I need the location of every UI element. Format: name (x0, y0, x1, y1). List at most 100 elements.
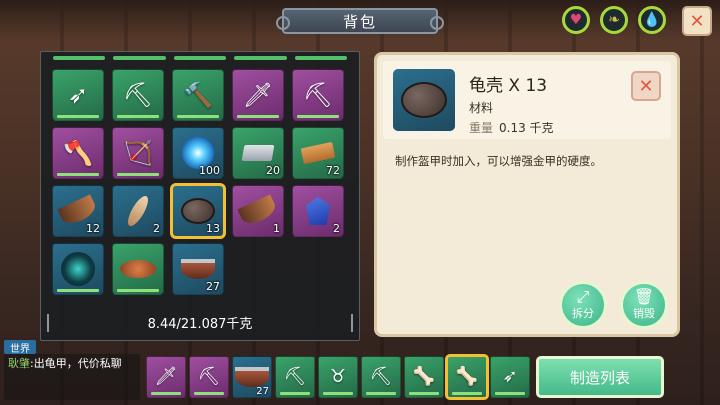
sword-icon: 🗡 (242, 81, 274, 109)
chat-box[interactable]: 耿肇:出龟甲，代价私聊 (4, 354, 140, 400)
bow-icon: 🏹 (123, 139, 153, 167)
heart-icon: ♥ (569, 12, 583, 28)
item-detail-header: 龟壳 X 13 材料 重量 0.13 千克 ✕ (383, 61, 671, 139)
inventory-slot[interactable]: ⛏ (112, 69, 164, 121)
close-inventory-button[interactable]: ✕ (682, 6, 712, 36)
trash-icon: 🗑 (633, 287, 655, 306)
inventory-slot[interactable]: 🗡 (232, 69, 284, 121)
turtle-shell-icon (181, 198, 215, 224)
hotbar-slot[interactable]: 🗡 (146, 356, 186, 398)
durability-bar (194, 392, 224, 395)
item-count: 12 (86, 222, 100, 235)
inventory-slot[interactable]: 2 (112, 185, 164, 237)
hunger-food-icon[interactable]: ❧ (600, 6, 628, 34)
health-heart-icon[interactable]: ♥ (562, 6, 590, 34)
item-count: 13 (206, 222, 220, 235)
item-type: 材料 (469, 101, 494, 115)
inventory-slot[interactable]: 🏹 (112, 127, 164, 179)
hotbar-slot[interactable]: ♉ (318, 356, 358, 398)
dark-orb-icon (61, 252, 95, 286)
carry-weight: 8.44/21.087千克 (147, 317, 253, 332)
destroy-button[interactable]: 🗑 销毁 (620, 281, 668, 329)
item-count: 27 (256, 386, 269, 397)
hotbar-slot[interactable]: ⛏ (275, 356, 315, 398)
hotbar-slot[interactable]: 🦴 (445, 354, 489, 400)
durability-bar (151, 392, 181, 395)
feather-icon (124, 193, 152, 229)
pickaxe-icon: ⛏ (197, 366, 221, 387)
chat-channel-tab[interactable]: 世界 (4, 340, 36, 355)
item-name: 龟壳 X 13 (469, 76, 548, 96)
split-button[interactable]: ⤢ 拆分 (559, 281, 607, 329)
destroy-label: 销毁 (633, 307, 655, 320)
item-count: 100 (199, 164, 220, 177)
item-weight: 重量 0.13 千克 (469, 119, 554, 136)
item-count: 72 (326, 164, 340, 177)
inventory-panel: ➶ ⛏ 🔨 🗡 ⛏ 🪓 🏹 100 20 72 12 2 13 1 2 27 8.44/21.087千克 (40, 51, 360, 341)
inventory-slot[interactable]: 72 (292, 127, 344, 179)
inventory-slot[interactable]: 20 (232, 127, 284, 179)
hotbar-slot[interactable]: 🦴 (404, 356, 444, 398)
durability-bar (297, 115, 339, 118)
durability-bar (57, 289, 99, 292)
food-icon: ❧ (608, 12, 620, 28)
inventory-grid: ➶ ⛏ 🔨 🗡 ⛏ 🪓 🏹 100 20 72 12 2 13 1 2 27 (52, 69, 344, 295)
crystal-spear-icon: ➶ (502, 366, 518, 387)
crystal-spear-icon: ➶ (67, 81, 89, 109)
wood-plank-icon (300, 141, 336, 165)
inventory-slot[interactable] (112, 243, 164, 295)
horn-item-icon: ♉ (329, 366, 347, 387)
inventory-slot[interactable]: 27 (172, 243, 224, 295)
hotbar-slot[interactable]: 27 (232, 356, 272, 398)
durability-bar (117, 115, 159, 118)
item-count: 1 (273, 222, 280, 235)
inventory-slot[interactable]: 🪓 (52, 127, 104, 179)
durability-bar (280, 392, 310, 395)
inventory-slot[interactable]: 1 (232, 185, 284, 237)
durability-bar (117, 173, 159, 176)
club-selected-icon: 🦴 (455, 366, 479, 387)
item-description: 制作盔甲时加入，可以增强金甲的硬度。 (395, 154, 602, 168)
sword-icon: 🗡 (154, 366, 178, 387)
pickaxe-green-icon: ⛏ (283, 366, 307, 387)
hotbar-slot[interactable]: ⛏ (189, 356, 229, 398)
meat-icon (120, 260, 156, 278)
inventory-slot[interactable]: 12 (52, 185, 104, 237)
item-weight-value: 0.13 千克 (499, 121, 554, 135)
inventory-top-bars (53, 56, 348, 62)
durability-bar (366, 392, 396, 395)
chat-message: :出龟甲，代价私聊 (30, 357, 122, 370)
durability-bar (323, 392, 353, 395)
hotbar-slot[interactable]: ⛏ (361, 356, 401, 398)
durability-bar (177, 115, 219, 118)
battle-axe-icon: 🪓 (63, 139, 93, 167)
inventory-slot[interactable]: ⛏ (292, 69, 344, 121)
inventory-slot[interactable]: 🔨 (172, 69, 224, 121)
club-icon: 🦴 (412, 366, 436, 387)
pickaxe-2-icon: ⛏ (302, 81, 334, 109)
chat-sender: 耿肇 (8, 357, 30, 370)
thirst-water-icon[interactable]: 💧 (638, 6, 666, 34)
close-detail-button[interactable]: ✕ (631, 71, 661, 101)
craft-list-button[interactable]: 制造列表 (536, 356, 664, 398)
hotbar-slot[interactable]: ➶ (490, 356, 530, 398)
sapphire-icon (306, 197, 330, 225)
durability-bar (495, 392, 525, 395)
inventory-slot[interactable]: 100 (172, 127, 224, 179)
item-detail-panel: 龟壳 X 13 材料 重量 0.13 千克 ✕ 制作盔甲时加入，可以增强金甲的硬度… (374, 52, 680, 337)
item-count: 27 (206, 280, 220, 293)
water-drop-icon: 💧 (643, 12, 661, 28)
item-count: 20 (266, 164, 280, 177)
stew-bowl-icon (235, 367, 269, 387)
inventory-slot[interactable]: ➶ (52, 69, 104, 121)
durability-bar (57, 115, 99, 118)
inventory-slot[interactable]: 13 (170, 183, 226, 239)
durability-bar (452, 392, 482, 395)
inventory-slot[interactable]: 2 (292, 185, 344, 237)
stew-bowl-icon (181, 259, 215, 279)
pickaxe-wood-icon: ⛏ (369, 366, 393, 387)
hammer-icon: 🔨 (183, 81, 213, 109)
inventory-slot[interactable] (52, 243, 104, 295)
durability-bar (57, 173, 99, 176)
durability-bar (117, 289, 159, 292)
